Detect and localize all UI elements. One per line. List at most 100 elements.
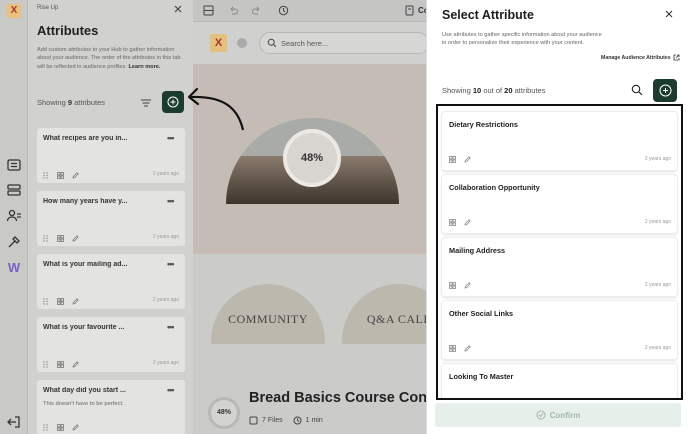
drag-handle-icon[interactable] <box>42 361 49 368</box>
attribute-card[interactable]: What recipes are you in... ••• 2 years a… <box>37 128 185 183</box>
attribute-list[interactable]: Dietary Restrictions 2 years ago Collabo… <box>436 104 683 400</box>
more-icon[interactable]: ••• <box>167 133 175 143</box>
audience-icon[interactable] <box>6 208 22 224</box>
attribute-count: Showing 10 out of 20 attributes <box>442 86 545 95</box>
more-icon[interactable]: ••• <box>167 259 175 269</box>
clock-icon <box>293 416 302 425</box>
app-logo[interactable]: X <box>7 4 21 18</box>
community-arch[interactable]: COMMUNITY <box>211 284 325 344</box>
document-icon[interactable] <box>404 5 415 16</box>
edit-icon[interactable] <box>464 219 471 226</box>
card-time: 2 years ago <box>152 234 179 240</box>
card-time: 2 years ago <box>152 360 179 366</box>
grid-icon <box>57 235 64 242</box>
search-icon[interactable] <box>631 84 643 96</box>
undo-icon[interactable] <box>228 5 239 16</box>
learn-more-link[interactable]: Learn more. <box>128 64 160 70</box>
course-progress: 48% <box>208 397 240 429</box>
panel-description: Add custom attributes to your Hub to gat… <box>37 46 187 71</box>
manage-attributes-link[interactable]: Manage Audience Attributes <box>601 54 680 61</box>
showing-prefix: Showing <box>442 86 471 95</box>
grid-icon <box>57 424 64 431</box>
dialog-description: Use attributes to gather specific inform… <box>442 32 602 47</box>
course-meta: 7 Files 1 min <box>249 416 323 425</box>
grid-icon <box>449 282 456 289</box>
grid-icon <box>57 298 64 305</box>
duration: 1 min <box>305 417 323 424</box>
option-title: Other Social Links <box>449 309 514 318</box>
attribute-option[interactable]: Dietary Restrictions 2 years ago <box>442 112 677 170</box>
sort-icon[interactable] <box>140 97 152 109</box>
redo-icon[interactable] <box>251 5 262 16</box>
edit-icon[interactable] <box>72 235 79 242</box>
edit-icon[interactable] <box>464 345 471 352</box>
more-icon[interactable]: ••• <box>167 196 175 206</box>
app-rail: X W <box>0 0 28 434</box>
history-icon[interactable] <box>278 5 289 16</box>
attribute-count: Showing 9 attributes <box>37 98 105 107</box>
edit-icon[interactable] <box>72 424 79 431</box>
files-icon <box>249 416 258 425</box>
tools-icon[interactable] <box>6 234 22 250</box>
showing-count: 9 <box>67 98 73 107</box>
edit-icon[interactable] <box>464 282 471 289</box>
search-row: X Search here... <box>193 22 426 64</box>
edit-icon[interactable] <box>72 298 79 305</box>
attributes-panel: Rise Up Attributes Add custom attributes… <box>28 0 193 434</box>
search-icon <box>267 38 277 48</box>
attribute-card[interactable]: What is your favourite ... ••• 2 years a… <box>37 317 185 372</box>
grid-icon <box>57 361 64 368</box>
plus-circle-icon <box>167 96 179 108</box>
drag-handle-icon[interactable] <box>42 424 49 431</box>
attribute-option[interactable]: Mailing Address 2 years ago <box>442 238 677 296</box>
qa-call-arch[interactable]: Q&A CALL <box>342 284 426 344</box>
option-time: 2 years ago <box>644 282 671 288</box>
attribute-card[interactable]: What is your mailing ad... ••• 2 years a… <box>37 254 185 309</box>
page-editor: Co X Search here... 48% COMMUNITY Q&A CA… <box>193 0 426 434</box>
close-icon[interactable] <box>664 9 674 19</box>
card-title: What recipes are you in... <box>43 135 128 142</box>
edit-icon[interactable] <box>72 361 79 368</box>
layout-icon[interactable] <box>203 5 214 16</box>
hub-name: Rise Up <box>37 5 59 11</box>
attribute-option[interactable]: Other Social Links 2 years ago <box>442 301 677 359</box>
progress-label: 48% <box>300 152 324 164</box>
files-count: 7 Files <box>262 417 283 424</box>
external-link-icon <box>673 54 680 61</box>
card-title: What is your mailing ad... <box>43 261 128 268</box>
content-icon[interactable] <box>6 157 22 173</box>
card-time: 2 years ago <box>152 171 179 177</box>
card-time: 2 years ago <box>152 297 179 303</box>
attribute-option[interactable]: Collaboration Opportunity 2 years ago <box>442 175 677 233</box>
more-icon[interactable]: ••• <box>167 385 175 395</box>
layers-icon[interactable] <box>6 182 22 198</box>
more-icon[interactable]: ••• <box>167 322 175 332</box>
attribute-card[interactable]: How many years have y... ••• 2 years ago <box>37 191 185 246</box>
attribute-option[interactable]: Looking To Master <box>442 364 677 398</box>
editor-toolbar: Co <box>193 0 426 22</box>
confirm-label: Confirm <box>549 410 581 420</box>
drag-handle-icon[interactable] <box>42 172 49 179</box>
confirm-button[interactable]: Confirm <box>435 403 681 427</box>
showing-suffix: attributes <box>74 98 105 107</box>
plus-circle-icon <box>659 84 671 97</box>
add-attribute-button[interactable] <box>162 91 184 113</box>
close-icon[interactable] <box>173 4 183 14</box>
exit-icon[interactable] <box>6 414 22 430</box>
add-attribute-button[interactable] <box>653 79 677 102</box>
option-time: 2 years ago <box>644 156 671 162</box>
edit-icon[interactable] <box>72 172 79 179</box>
showing-suffix: attributes <box>514 86 546 95</box>
card-title: What day did you start ... <box>43 387 126 394</box>
search-input[interactable]: Search here... <box>259 32 426 54</box>
option-title: Looking To Master <box>449 372 514 381</box>
select-attribute-dialog: Select Attribute Use attributes to gathe… <box>426 0 688 434</box>
drag-handle-icon[interactable] <box>42 298 49 305</box>
hero-section: 48% <box>193 64 426 254</box>
w-brand-icon[interactable]: W <box>6 260 22 276</box>
edit-icon[interactable] <box>464 156 471 163</box>
card-subtitle: This doesn't have to be perfect. <box>43 401 124 407</box>
drag-handle-icon[interactable] <box>42 235 49 242</box>
avatar[interactable] <box>237 38 247 48</box>
attribute-card[interactable]: What day did you start ... This doesn't … <box>37 380 185 434</box>
